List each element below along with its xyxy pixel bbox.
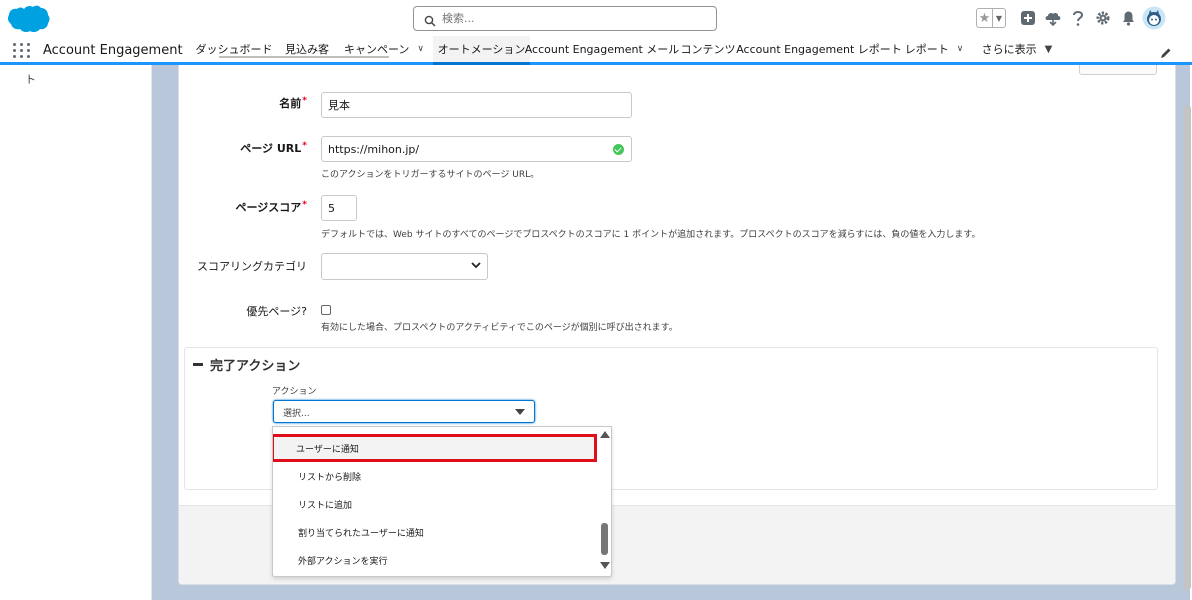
- dropdown-option-remove-from-list[interactable]: リストから削除: [273, 462, 599, 490]
- name-input[interactable]: [321, 92, 632, 118]
- caret-down-icon[interactable]: ▼: [1045, 44, 1053, 55]
- section-header-cut: [219, 56, 389, 68]
- favorites-dropdown-icon[interactable]: ▼: [993, 9, 1005, 27]
- page-url-help: このアクションをトリガーするサイトのページ URL。: [321, 170, 540, 180]
- trailhead-icon[interactable]: [1041, 6, 1065, 30]
- priority-page-label: 優先ページ?: [246, 305, 307, 318]
- salesforce-logo[interactable]: [5, 4, 51, 38]
- caret-down-icon: [515, 409, 525, 415]
- action-select-value: 選択...: [283, 409, 310, 419]
- dropdown-option-notify-user[interactable]: ユーザーに通知: [273, 434, 597, 462]
- tab-more[interactable]: さらに表示 ▼: [978, 36, 1056, 62]
- global-search[interactable]: [413, 6, 717, 31]
- favorites-group: ★ ▼: [976, 8, 1006, 28]
- priority-page-help: 有効にした場合、プロスペクトのアクティビティでこのページが個別に呼び出されます。: [321, 323, 678, 333]
- scroll-down-icon[interactable]: [600, 562, 610, 569]
- tab-automation[interactable]: オートメーション: [433, 36, 530, 65]
- tab-reports[interactable]: レポート ∨: [898, 36, 970, 62]
- add-icon[interactable]: [1016, 6, 1040, 30]
- dropdown-scrollbar-thumb[interactable]: [601, 523, 608, 555]
- page-url-label: ページ URL*: [240, 141, 307, 155]
- tab-ae-reports[interactable]: Account Engagement レポート: [736, 36, 902, 62]
- page-score-label: ページスコア*: [235, 200, 308, 214]
- star-icon[interactable]: ★: [977, 9, 993, 27]
- left-panel: ト: [0, 65, 152, 600]
- page-scrollbar[interactable]: [1184, 105, 1191, 590]
- priority-page-checkbox[interactable]: [321, 305, 331, 315]
- chevron-down-icon[interactable]: ∨: [417, 44, 424, 54]
- left-panel-text: ト: [25, 73, 36, 86]
- app-name: Account Engagement: [43, 43, 183, 58]
- page-score-help: デフォルトでは、Web サイトのすべてのページでプロスペクトのスコアに 1 ポイ…: [321, 230, 981, 240]
- chevron-down-icon: [471, 262, 481, 272]
- scoring-category-select[interactable]: [321, 253, 488, 280]
- collapse-icon[interactable]: [193, 363, 203, 366]
- gear-icon[interactable]: [1091, 6, 1115, 30]
- action-label: アクション: [272, 387, 317, 397]
- dropdown-option-run-external-action[interactable]: 外部アクションを実行: [273, 546, 599, 574]
- header-utility-icons: ★ ▼: [976, 6, 1168, 30]
- check-icon: [613, 144, 624, 155]
- top-button[interactable]: [1079, 65, 1157, 75]
- page-url-input[interactable]: [321, 136, 632, 162]
- chevron-down-icon[interactable]: ∨: [957, 44, 964, 54]
- tab-ae-email[interactable]: Account Engagement メール: [525, 36, 680, 62]
- scoring-category-label: スコアリングカテゴリ: [197, 260, 307, 273]
- search-input[interactable]: [442, 10, 702, 27]
- help-icon[interactable]: [1066, 6, 1090, 30]
- action-select[interactable]: 選択...: [273, 400, 535, 423]
- dropdown-option-add-to-list[interactable]: リストに追加: [273, 490, 599, 518]
- dropdown-option-notify-assigned-user[interactable]: 割り当てられたユーザーに通知: [273, 518, 599, 546]
- avatar[interactable]: [1141, 6, 1167, 30]
- pencil-icon[interactable]: [1160, 44, 1172, 63]
- action-dropdown-list: ユーザーに通知 リストから削除 リストに追加 割り当てられたユーザーに通知 外部…: [272, 426, 612, 577]
- global-header: ★ ▼: [0, 0, 1192, 36]
- search-icon: [424, 12, 436, 31]
- tab-content[interactable]: コンテンツ: [676, 36, 740, 62]
- app-nav-bar: Account Engagement ダッシュボード 見込み客 キャンペーン ∨ …: [0, 36, 1192, 65]
- completion-actions-title: 完了アクション: [210, 359, 301, 374]
- bell-icon[interactable]: [1116, 6, 1140, 30]
- app-launcher-icon[interactable]: [13, 43, 31, 59]
- name-label: 名前*: [279, 96, 307, 110]
- page-score-input[interactable]: [321, 195, 357, 221]
- scroll-up-icon[interactable]: [600, 431, 610, 438]
